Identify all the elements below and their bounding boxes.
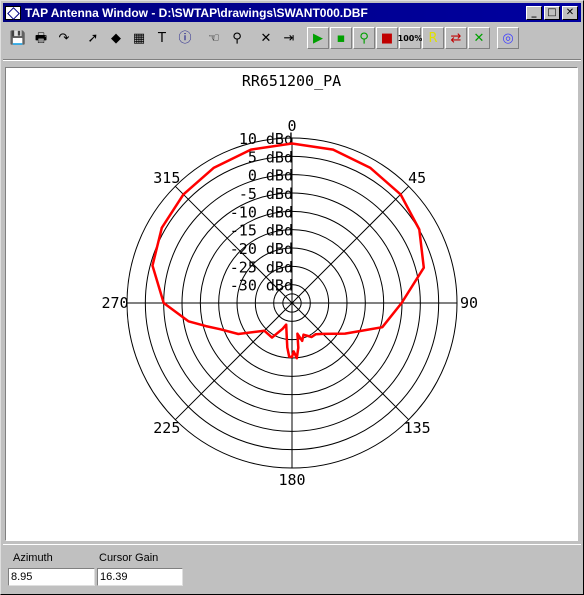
app-icon[interactable]	[5, 5, 21, 20]
calculator-icon-glyph: ▦	[132, 30, 146, 46]
save-icon[interactable]: 💾	[7, 27, 29, 49]
green-play-icon[interactable]: ▶	[307, 27, 329, 49]
zoom-100-icon[interactable]: 100%	[397, 27, 423, 49]
azimuth-label: Azimuth	[13, 552, 53, 564]
red-green-icon-glyph: ■	[380, 30, 394, 46]
polar-spoke	[174, 302, 293, 421]
ring-label: -25 dBd	[230, 258, 293, 276]
wrench-icon-glyph: ⚲	[232, 30, 242, 46]
polar-spoke	[291, 302, 410, 421]
red-green-icon[interactable]: ■	[376, 27, 398, 49]
wrench-icon[interactable]: ⚲	[226, 27, 248, 49]
toolbar: 💾 🖶 ↷ ➚ ◆ ▦ Tⓘ ☜ ⚲ ✕ ⇥ ▶ ▪ ⚲ ■ 100% R ⇄ ✕ ◎	[3, 24, 581, 52]
red-arrow-icon-glyph: ⇄	[450, 30, 462, 46]
ring-label: -20 dBd	[230, 240, 293, 258]
green-small-icon-glyph: ▪	[336, 30, 346, 46]
pin-icon[interactable]: ⚲	[353, 27, 375, 49]
paint-icon[interactable]: ◆	[105, 27, 127, 49]
angle-label: 90	[460, 294, 478, 312]
minimize-button[interactable]: _	[526, 5, 542, 20]
ring-label: -10 dBd	[230, 203, 293, 221]
angle-label: 180	[278, 471, 305, 489]
print-icon[interactable]: 🖶	[30, 27, 52, 49]
azimuth-field[interactable]: 8.95	[8, 568, 95, 586]
angle-label: 270	[101, 294, 128, 312]
maximize-button[interactable]: □	[544, 5, 560, 20]
polar-chart[interactable]: 0459013518022527031510 dBd5 dBd0 dBd-5 d…	[6, 68, 577, 540]
calculator-icon[interactable]: ▦	[128, 27, 150, 49]
angle-label: 45	[408, 169, 426, 187]
redo-arrow-icon-glyph: ↷	[58, 30, 70, 46]
r-icon-glyph: R	[428, 30, 438, 46]
green-small-icon[interactable]: ▪	[330, 27, 352, 49]
close-button[interactable]: ✕	[562, 5, 578, 20]
window-title: TAP Antenna Window - D:\SWTAP\drawings\S…	[25, 5, 368, 20]
pin-icon-glyph: ⚲	[359, 30, 369, 46]
angle-label: 135	[404, 419, 431, 437]
angle-label: 315	[153, 169, 180, 187]
door-exit-icon[interactable]: ⇥	[278, 27, 300, 49]
door-exit-icon-glyph: ⇥	[283, 30, 295, 46]
text-icon[interactable]: T	[151, 27, 173, 49]
delete-icon-glyph: ✕	[260, 30, 272, 46]
cursor-gain-label: Cursor Gain	[99, 552, 159, 564]
green-x-icon-glyph: ✕	[473, 30, 485, 46]
polar-spoke	[291, 185, 410, 304]
paint-icon-glyph: ◆	[111, 30, 121, 46]
delete-icon[interactable]: ✕	[255, 27, 277, 49]
green-x-icon[interactable]: ✕	[468, 27, 490, 49]
text-icon-glyph: T	[158, 30, 166, 46]
hand-icon[interactable]: ☜	[203, 27, 225, 49]
ring-label: -5 dBd	[239, 185, 293, 203]
cursor-gain-field[interactable]: 16.39	[97, 568, 183, 586]
status-area: Azimuth 8.95 Cursor Gain 16.39	[3, 544, 581, 593]
r-icon[interactable]: R	[422, 27, 444, 49]
ring-label: 5 dBd	[248, 148, 293, 166]
green-play-icon-glyph: ▶	[313, 30, 323, 46]
angle-label: 225	[153, 419, 180, 437]
redo-arrow-icon[interactable]: ↷	[53, 27, 75, 49]
zoom-100-icon-glyph: 100%	[397, 33, 423, 43]
ring-label: -15 dBd	[230, 222, 293, 240]
save-icon-glyph: 💾	[9, 30, 27, 46]
toolbar-divider	[3, 59, 581, 61]
hand-icon-glyph: ☜	[208, 30, 220, 46]
target-icon-glyph: ◎	[502, 30, 514, 46]
red-arrow-icon[interactable]: ⇄	[445, 27, 467, 49]
pointer-icon-glyph: ➚	[87, 30, 99, 46]
info-icon[interactable]: ⓘ	[174, 27, 196, 49]
ring-label: -30 dBd	[230, 277, 293, 295]
target-icon[interactable]: ◎	[497, 27, 519, 49]
info-icon-glyph: ⓘ	[178, 30, 192, 46]
title-bar[interactable]: TAP Antenna Window - D:\SWTAP\drawings\S…	[3, 3, 581, 22]
ring-label: 0 dBd	[248, 167, 293, 185]
pointer-icon[interactable]: ➚	[82, 27, 104, 49]
print-icon-glyph: 🖶	[34, 30, 48, 46]
antenna-window: TAP Antenna Window - D:\SWTAP\drawings\S…	[0, 0, 584, 595]
polar-plot-area[interactable]: RR651200_PA 0 45 90 135 180 225 270 315 10 dBd 5 …	[5, 67, 578, 541]
